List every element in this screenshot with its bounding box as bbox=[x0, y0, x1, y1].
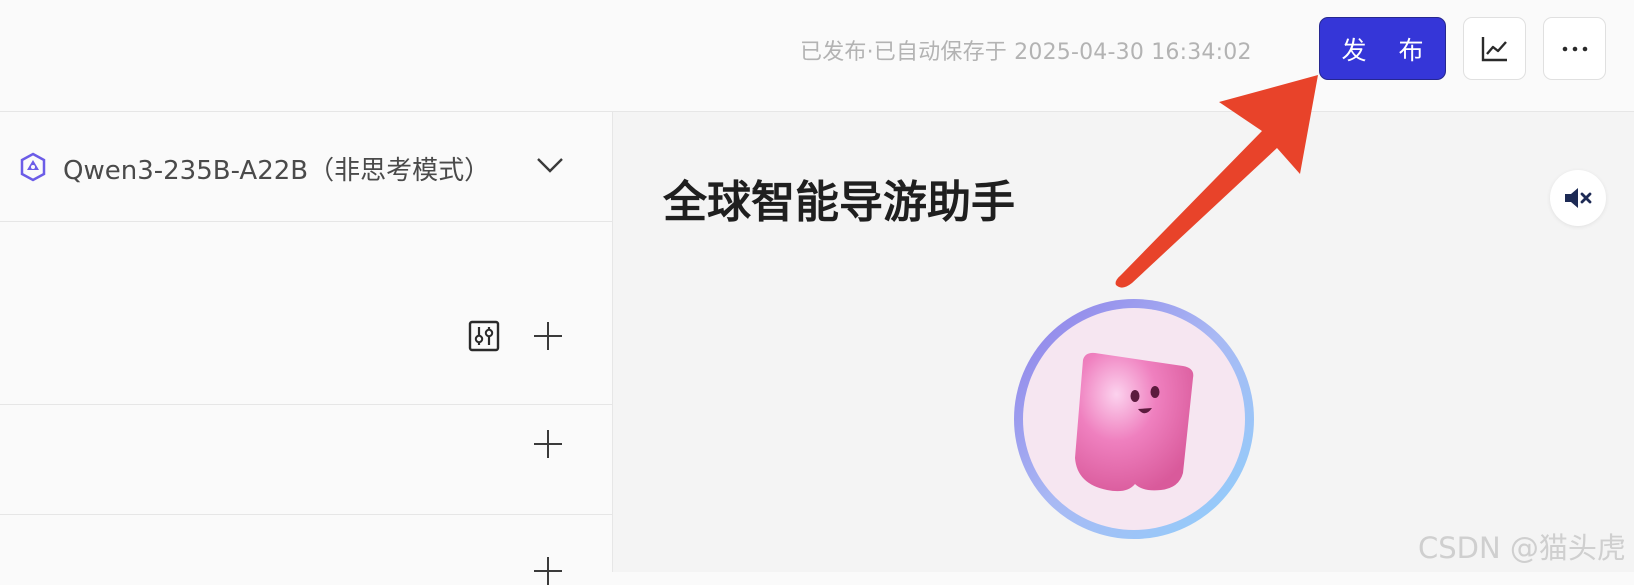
assistant-title: 全球智能导游助手 bbox=[663, 177, 1015, 228]
section-divider bbox=[0, 404, 612, 405]
volume-mute-icon bbox=[1565, 188, 1592, 208]
model-selector[interactable]: Qwen3-235B-A22B（非思考模式） bbox=[0, 112, 612, 222]
publish-button[interactable]: 发 布 bbox=[1319, 17, 1446, 80]
settings-sliders-icon[interactable] bbox=[468, 320, 500, 352]
preview-panel: 全球智能导游助手 bbox=[613, 112, 1634, 572]
add-item-button-2[interactable] bbox=[534, 430, 562, 458]
model-name: Qwen3-235B-A22B（非思考模式） bbox=[63, 156, 491, 186]
ellipsis-icon bbox=[1562, 46, 1587, 51]
add-item-button-1[interactable] bbox=[534, 322, 562, 350]
config-panel: Qwen3-235B-A22B（非思考模式） bbox=[0, 112, 613, 585]
avatar bbox=[1014, 299, 1254, 539]
analytics-button[interactable] bbox=[1463, 17, 1526, 80]
watermark-text: CSDN @猫头虎 bbox=[1418, 531, 1626, 565]
more-button[interactable] bbox=[1543, 17, 1606, 80]
qwen-logo-icon bbox=[20, 152, 46, 182]
add-item-button-3[interactable] bbox=[534, 557, 562, 585]
top-bar: 已发布·已自动保存于 2025-04-30 16:34:02 发 布 bbox=[0, 0, 1634, 112]
save-status-text: 已发布·已自动保存于 2025-04-30 16:34:02 bbox=[800, 40, 1252, 65]
mute-button[interactable] bbox=[1550, 170, 1606, 226]
section-divider bbox=[0, 514, 612, 515]
pink-blob-avatar bbox=[1075, 352, 1194, 492]
line-chart-icon bbox=[1481, 36, 1507, 61]
chevron-down-icon[interactable] bbox=[536, 155, 564, 175]
